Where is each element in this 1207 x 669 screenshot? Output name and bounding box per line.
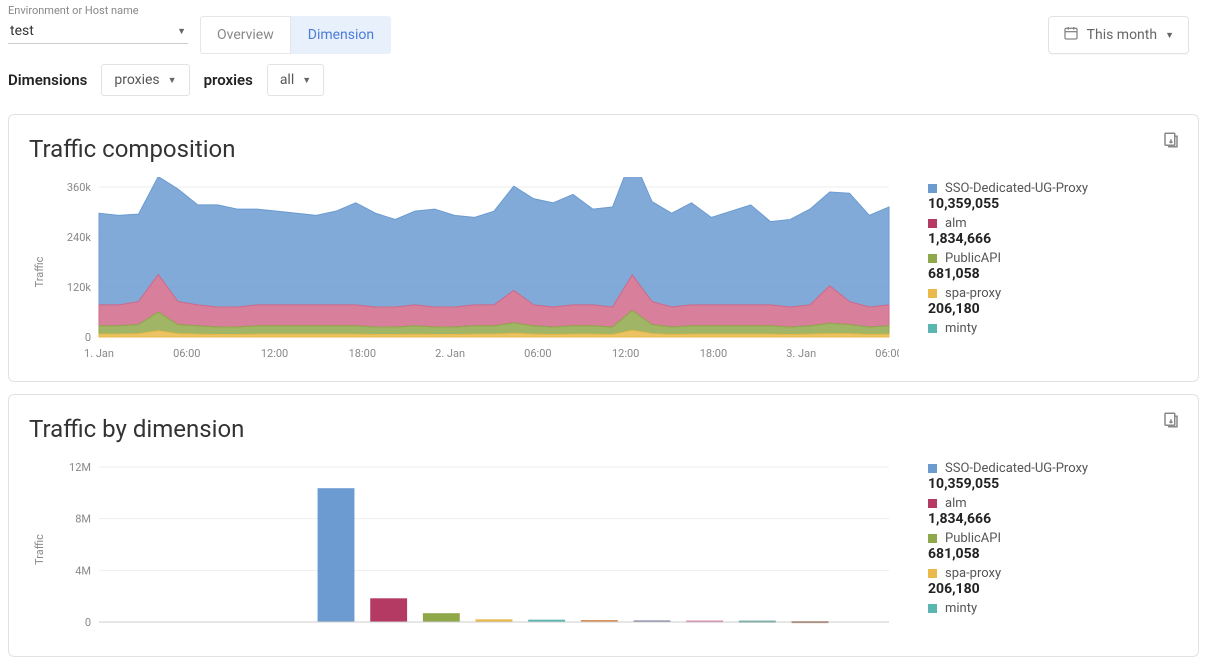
legend-value: 206,180 — [928, 581, 1178, 597]
legend-name: SSO-Dedicated-UG-Proxy — [945, 461, 1088, 476]
legend-swatch — [928, 569, 937, 578]
svg-text:12M: 12M — [69, 461, 91, 474]
svg-text:3. Jan: 3. Jan — [786, 347, 816, 360]
legend-name: spa-proxy — [945, 566, 1001, 581]
svg-text:8M: 8M — [75, 513, 91, 526]
legend-swatch — [928, 324, 937, 333]
legend-item: alm1,834,666 — [928, 216, 1178, 247]
svg-text:18:00: 18:00 — [349, 347, 376, 360]
legend-swatch — [928, 534, 937, 543]
chevron-down-icon: ▼ — [1165, 30, 1174, 41]
legend-item: alm1,834,666 — [928, 496, 1178, 527]
export-icon[interactable] — [1162, 411, 1180, 433]
tab-dimension[interactable]: Dimension — [291, 16, 391, 54]
svg-text:2. Jan: 2. Jan — [435, 347, 465, 360]
legend-name: minty — [945, 321, 977, 336]
legend-value: 206,180 — [928, 301, 1178, 317]
dimensions-value: proxies — [114, 72, 159, 88]
legend-name: minty — [945, 601, 977, 616]
legend-item: PublicAPI681,058 — [928, 531, 1178, 562]
env-select[interactable]: test ▼ — [8, 19, 188, 44]
legend-item: PublicAPI681,058 — [928, 251, 1178, 282]
card-traffic-by-dimension: Traffic by dimension 0 4M 8M 12M Traffic SSO… — [8, 394, 1199, 657]
legend-item: minty — [928, 321, 1178, 336]
legend-item: SSO-Dedicated-UG-Proxy10,359,055 — [928, 181, 1178, 212]
legend-swatch — [928, 219, 937, 228]
card-traffic-composition: Traffic composition 0120k240k360k1. Jan0… — [8, 114, 1199, 382]
legend-item: spa-proxy206,180 — [928, 566, 1178, 597]
env-value: test — [10, 23, 34, 39]
proxies-value: all — [280, 72, 294, 88]
dimensions-dropdown[interactable]: proxies ▼ — [101, 64, 189, 96]
legend-name: alm — [945, 496, 967, 511]
legend: SSO-Dedicated-UG-Proxy10,359,055 alm1,834… — [928, 457, 1178, 646]
proxies-dropdown[interactable]: all ▼ — [267, 64, 324, 96]
legend-value: 10,359,055 — [928, 476, 1178, 492]
svg-text:120k: 120k — [67, 281, 92, 294]
svg-text:12:00: 12:00 — [261, 347, 288, 360]
area-chart: 0 120k 240k 360k 1. Jan 06:00 12:00 18:00 2. Jan… — [29, 177, 908, 371]
legend-name: spa-proxy — [945, 286, 1001, 301]
tab-overview[interactable]: Overview — [200, 16, 291, 54]
legend-value: 681,058 — [928, 266, 1178, 282]
svg-text:06:00: 06:00 — [173, 347, 200, 360]
export-icon[interactable] — [1162, 131, 1180, 153]
svg-text:4M: 4M — [75, 564, 91, 577]
svg-text:Traffic: Traffic — [33, 256, 46, 287]
svg-text:Traffic: Traffic — [33, 534, 46, 565]
svg-text:360k: 360k — [67, 181, 92, 194]
card-title: Traffic composition — [29, 135, 1178, 163]
legend-name: alm — [945, 216, 967, 231]
legend-name: SSO-Dedicated-UG-Proxy — [945, 181, 1088, 196]
legend-name: PublicAPI — [945, 531, 1001, 546]
chevron-down-icon: ▼ — [177, 26, 186, 37]
svg-text:06:00: 06:00 — [875, 347, 899, 360]
card-title: Traffic by dimension — [29, 415, 1178, 443]
svg-text:240k: 240k — [67, 231, 92, 244]
calendar-icon — [1063, 25, 1079, 45]
legend-swatch — [928, 184, 937, 193]
legend-swatch — [928, 499, 937, 508]
legend-swatch — [928, 464, 937, 473]
legend-value: 1,834,666 — [928, 231, 1178, 247]
svg-text:12:00: 12:00 — [612, 347, 639, 360]
legend-value: 10,359,055 — [928, 196, 1178, 212]
svg-text:18:00: 18:00 — [700, 347, 727, 360]
svg-text:06:00: 06:00 — [524, 347, 551, 360]
svg-text:0: 0 — [85, 331, 91, 344]
env-label: Environment or Host name — [8, 4, 188, 17]
chevron-down-icon: ▼ — [302, 75, 311, 86]
legend: SSO-Dedicated-UG-Proxy10,359,055 alm1,834… — [928, 177, 1178, 371]
svg-text:1. Jan: 1. Jan — [84, 347, 114, 360]
legend-swatch — [928, 289, 937, 298]
dimensions-label: Dimensions — [8, 71, 87, 89]
legend-swatch — [928, 254, 937, 263]
legend-value: 1,834,666 — [928, 511, 1178, 527]
legend-swatch — [928, 604, 937, 613]
legend-item: spa-proxy206,180 — [928, 286, 1178, 317]
chevron-down-icon: ▼ — [168, 75, 177, 86]
legend-value: 681,058 — [928, 546, 1178, 562]
date-range-label: This month — [1087, 27, 1157, 43]
legend-item: SSO-Dedicated-UG-Proxy10,359,055 — [928, 461, 1178, 492]
svg-text:0: 0 — [85, 616, 91, 629]
date-range-picker[interactable]: This month ▼ — [1048, 16, 1189, 54]
proxies-label: proxies — [204, 71, 253, 89]
bar-chart: 0 4M 8M 12M Traffic — [29, 457, 908, 646]
legend-item: minty — [928, 601, 1178, 616]
legend-name: PublicAPI — [945, 251, 1001, 266]
